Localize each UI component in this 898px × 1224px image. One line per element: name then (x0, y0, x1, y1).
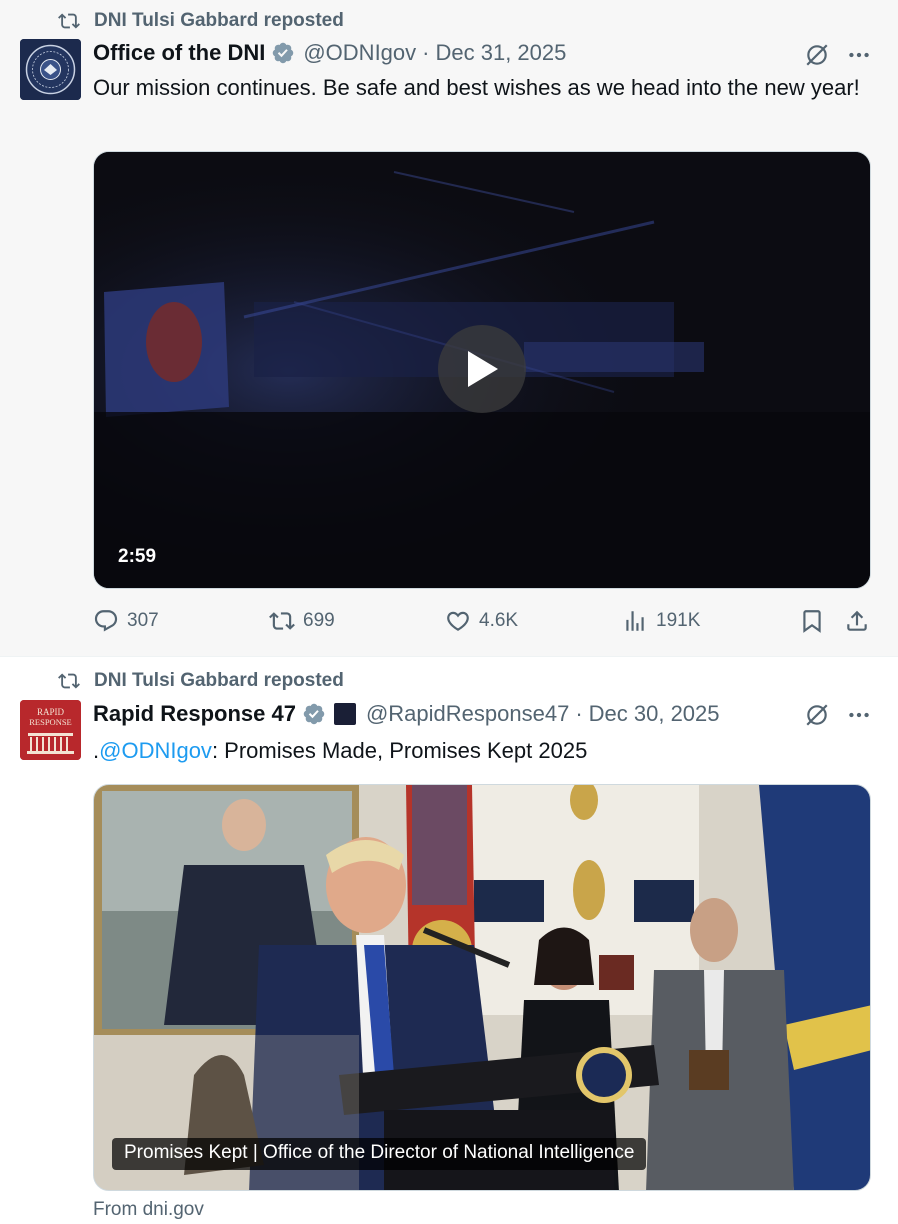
like-count: 4.6K (479, 610, 519, 631)
odni-seal-icon (20, 39, 81, 100)
verified-badge-icon (273, 42, 294, 64)
reply-icon (94, 610, 118, 632)
link-source[interactable]: From dni.gov (93, 1199, 204, 1221)
post-date[interactable]: Dec 30, 2025 (589, 701, 720, 727)
author-handle[interactable]: @RapidResponse47 (366, 701, 569, 727)
repost-context[interactable]: DNI Tulsi Gabbard reposted (56, 670, 344, 692)
link-card-image (94, 785, 870, 1190)
tweet-header: Rapid Response 47 @RapidResponse47 · Dec… (93, 701, 720, 727)
views-count: 191K (656, 610, 701, 631)
mention-link[interactable]: @ODNIgov (99, 738, 212, 763)
video-duration: 2:59 (118, 546, 157, 567)
grok-icon[interactable] (804, 42, 830, 68)
repost-button[interactable]: 699 (269, 608, 335, 634)
rapid-response-logo: RAPID RESPONSE (20, 700, 81, 760)
repost-label: DNI Tulsi Gabbard reposted (94, 10, 344, 31)
tweet-header: Office of the DNI @ODNIgov · Dec 31, 202… (93, 40, 566, 66)
tweet-rapid-response-47[interactable]: DNI Tulsi Gabbard reposted RAPID RESPONS… (0, 656, 898, 1224)
meta-separator: · (422, 40, 430, 65)
avatar-line2: RESPONSE (29, 717, 72, 727)
views-button[interactable]: 191K (622, 608, 700, 634)
avatar-line1: RAPID (37, 707, 65, 717)
like-icon (447, 611, 469, 631)
play-button[interactable] (438, 325, 526, 413)
more-icon[interactable] (846, 42, 872, 68)
repost-count: 699 (303, 610, 335, 631)
views-icon (626, 611, 644, 631)
repost-icon (58, 673, 80, 689)
author-name[interactable]: Office of the DNI (93, 40, 265, 66)
link-card-caption: Promises Kept | Office of the Director o… (112, 1138, 647, 1170)
play-icon (468, 351, 498, 387)
more-icon[interactable] (846, 702, 872, 728)
post-date[interactable]: Dec 31, 2025 (435, 40, 566, 66)
repost-icon (58, 13, 80, 29)
bookmark-button[interactable] (799, 608, 833, 634)
verified-badge-icon (303, 703, 325, 725)
link-card[interactable]: Promises Kept | Office of the Director o… (93, 784, 871, 1191)
avatar[interactable] (20, 39, 81, 100)
video-player[interactable]: 2:59 (93, 151, 871, 589)
repost-label: DNI Tulsi Gabbard reposted (94, 670, 344, 691)
grok-icon[interactable] (804, 702, 830, 728)
like-button[interactable]: 4.6K (445, 608, 518, 634)
reply-button[interactable]: 307 (93, 608, 159, 634)
text-rest: : Promises Made, Promises Kept 2025 (211, 738, 588, 763)
author-name[interactable]: Rapid Response 47 (93, 701, 296, 727)
white-house-affiliation-icon[interactable] (333, 703, 356, 725)
tweet-office-of-dni[interactable]: DNI Tulsi Gabbard reposted Office of the… (0, 0, 898, 656)
repost-context[interactable]: DNI Tulsi Gabbard reposted (56, 10, 344, 32)
share-button[interactable] (844, 608, 878, 634)
meta-separator: · (575, 701, 583, 726)
author-handle[interactable]: @ODNIgov (303, 40, 416, 66)
reply-count: 307 (127, 610, 159, 631)
repost-icon (269, 612, 295, 630)
action-bar: 307 699 4.6K 191K (93, 608, 873, 638)
bookmark-icon (803, 610, 821, 633)
share-icon (847, 610, 867, 631)
tweet-text: Our mission continues. Be safe and best … (93, 75, 860, 100)
tweet-text: .@ODNIgov: Promises Made, Promises Kept … (93, 736, 873, 766)
avatar[interactable]: RAPID RESPONSE (20, 700, 81, 760)
